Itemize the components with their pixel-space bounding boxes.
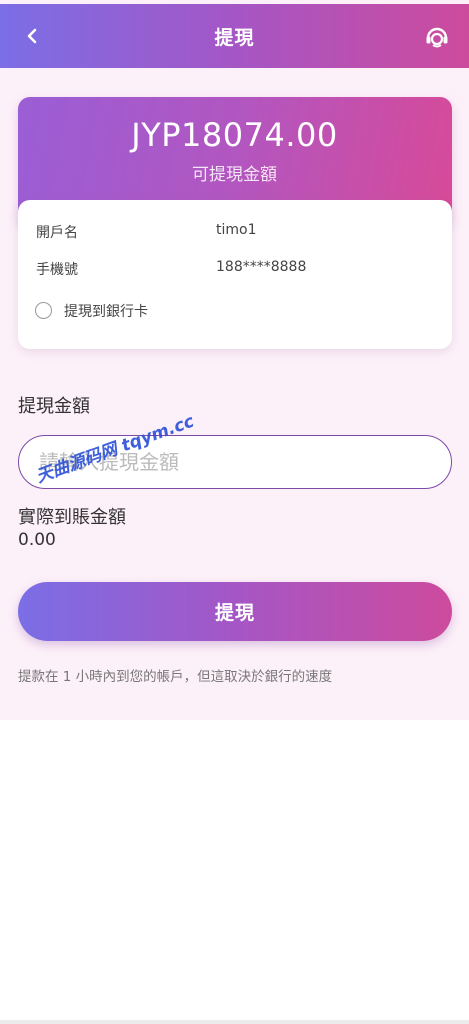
- withdraw-submit-button[interactable]: 提現: [18, 582, 452, 641]
- balance-label: 可提現金額: [192, 165, 277, 185]
- bottom-divider: [0, 1020, 469, 1024]
- withdraw-note: 提款在 1 小時內到您的帳戶，但這取決於銀行的速度: [18, 669, 333, 685]
- customer-service-icon: [426, 27, 448, 48]
- bank-card-radio[interactable]: [35, 302, 52, 319]
- account-info-card: 開戶名 timo1 手機號 188****8888 提現到銀行卡: [18, 200, 452, 349]
- bank-card-option-label[interactable]: 提現到銀行卡: [64, 301, 148, 321]
- balance-amount: JYP18074.00: [131, 116, 338, 154]
- account-name-value: timo1: [216, 222, 257, 238]
- chevron-left-icon: [27, 28, 37, 44]
- customer-service-button[interactable]: [421, 20, 453, 52]
- withdraw-amount-label: 提現金額: [18, 396, 90, 417]
- back-button[interactable]: [18, 22, 46, 50]
- phone-value: 188****8888: [216, 259, 307, 275]
- account-name-label: 開戶名: [36, 225, 78, 241]
- actual-amount-label: 實際到賬金額: [18, 507, 126, 528]
- actual-amount-value: 0.00: [18, 530, 56, 550]
- page-title: 提現: [214, 26, 255, 49]
- top-bar: 提現: [0, 4, 469, 68]
- phone-label: 手機號: [36, 262, 78, 278]
